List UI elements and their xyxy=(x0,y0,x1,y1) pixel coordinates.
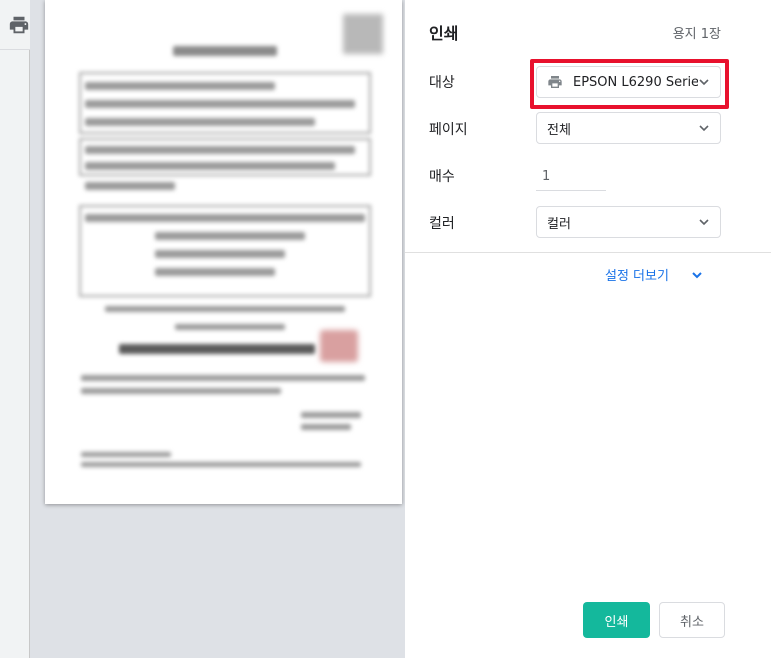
destination-label: 대상 xyxy=(429,75,455,91)
printer-icon xyxy=(548,76,562,88)
left-rail xyxy=(0,50,30,658)
preview-table-mid xyxy=(79,138,371,176)
preview-line xyxy=(81,388,281,394)
chevron-down-icon xyxy=(699,219,709,226)
preview-line xyxy=(301,424,351,430)
color-label: 컬러 xyxy=(429,216,455,232)
preview-line xyxy=(85,182,175,190)
cancel-button[interactable]: 취소 xyxy=(659,602,725,638)
copies-input[interactable] xyxy=(536,163,606,191)
preview-line xyxy=(85,82,275,90)
preview-line xyxy=(175,324,285,330)
preview-red-seal xyxy=(320,330,358,362)
more-settings-toggle[interactable]: 설정 더보기 xyxy=(605,265,703,284)
pages-label: 페이지 xyxy=(429,122,468,138)
section-divider xyxy=(405,252,771,253)
color-select[interactable]: 컬러 xyxy=(536,206,721,238)
destination-select[interactable]: EPSON L6290 Series xyxy=(536,66,721,98)
preview-line xyxy=(81,375,365,381)
sheet-count: 용지 1장 xyxy=(672,27,721,42)
preview-line xyxy=(85,214,365,222)
print-preview-area xyxy=(30,0,405,658)
preview-line xyxy=(85,100,355,108)
preview-line xyxy=(81,462,361,467)
preview-line xyxy=(155,250,285,258)
preview-line xyxy=(85,118,315,126)
preview-stamp-box xyxy=(343,14,383,54)
chevron-down-icon xyxy=(692,271,702,278)
chevron-down-icon xyxy=(699,79,709,86)
print-settings-panel: 인쇄 용지 1장 대상 EPSON L6290 Series 페이지 전체 매수… xyxy=(405,0,771,658)
preview-line xyxy=(301,412,361,418)
pages-value: 전체 xyxy=(547,122,571,138)
panel-title: 인쇄 xyxy=(429,24,459,43)
preview-line xyxy=(105,306,345,312)
color-value: 컬러 xyxy=(547,216,571,232)
preview-line xyxy=(81,452,171,457)
print-icon[interactable] xyxy=(8,14,30,36)
preview-line xyxy=(85,162,335,170)
pages-select[interactable]: 전체 xyxy=(536,112,721,144)
copies-label: 매수 xyxy=(429,169,455,185)
preview-line xyxy=(155,268,275,276)
preview-line xyxy=(85,146,355,154)
print-button[interactable]: 인쇄 xyxy=(583,602,650,638)
preview-doc-title xyxy=(173,46,277,56)
chevron-down-icon xyxy=(699,125,709,132)
preview-line xyxy=(119,344,315,354)
destination-value: EPSON L6290 Series xyxy=(573,74,698,90)
preview-line xyxy=(155,232,305,240)
preview-page xyxy=(45,0,402,504)
more-settings-label: 설정 더보기 xyxy=(605,269,669,284)
